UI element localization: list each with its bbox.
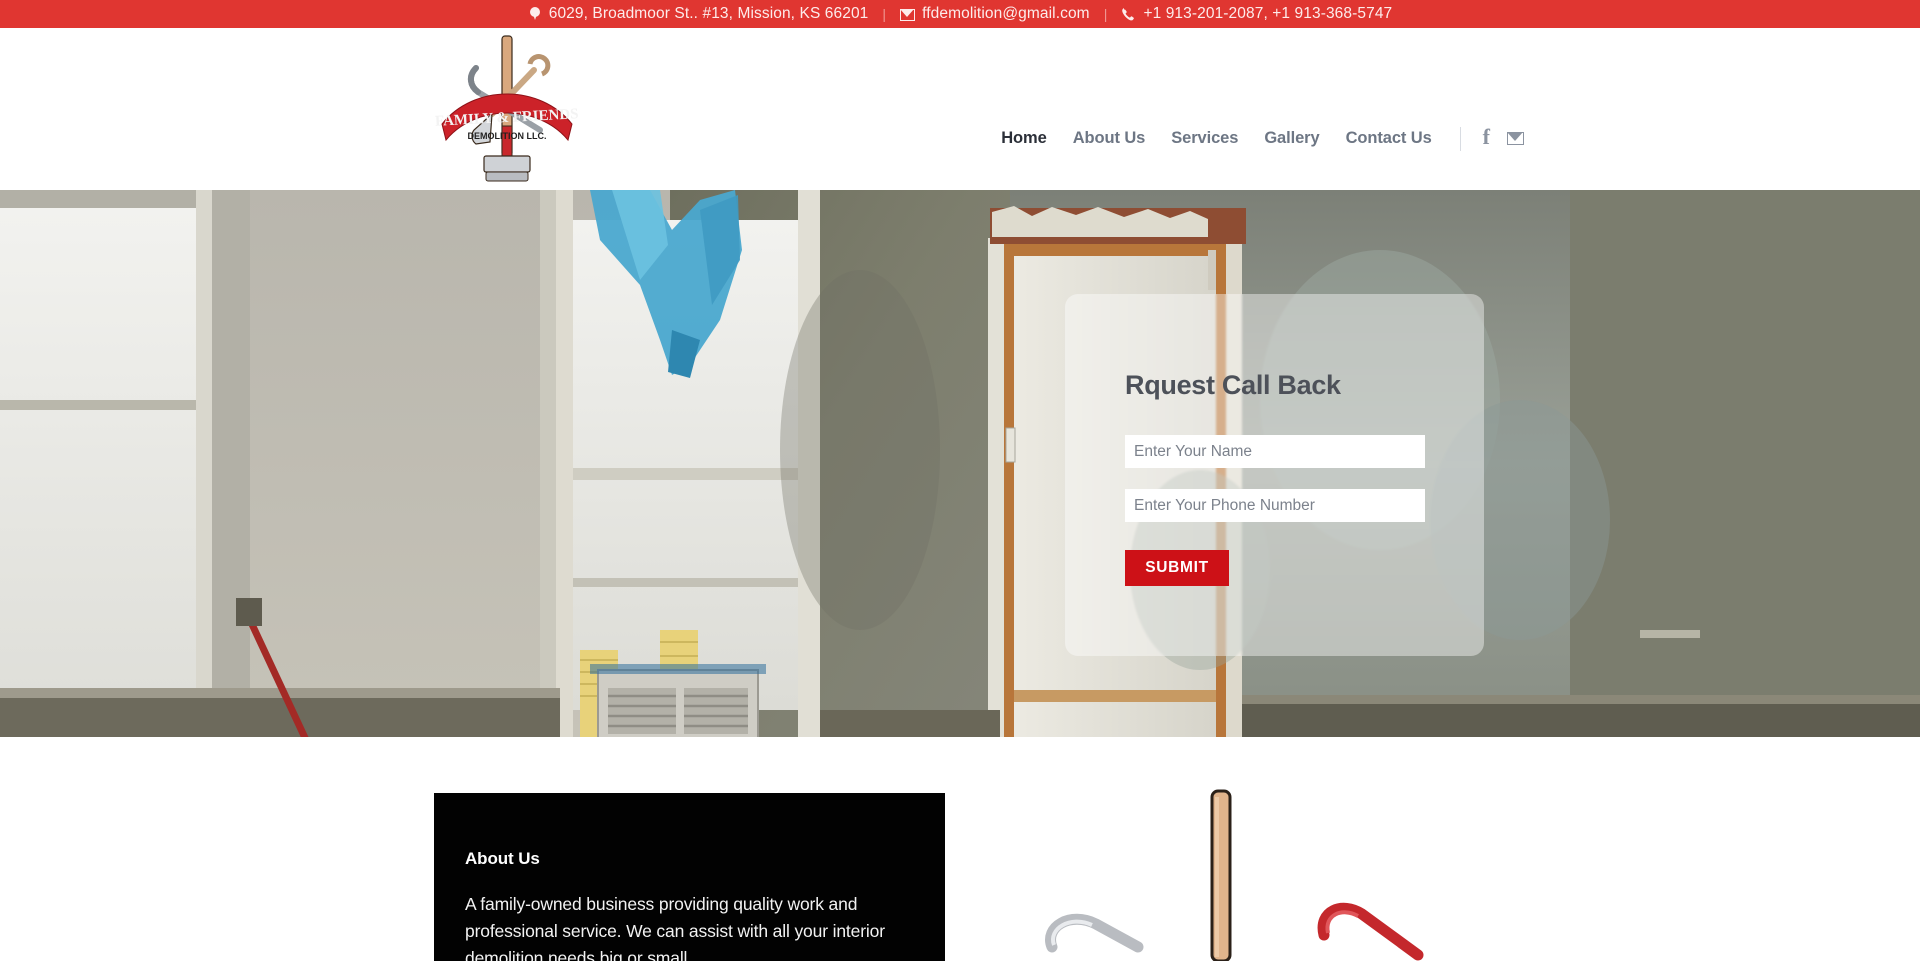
nav-item-about-us[interactable]: About Us <box>1073 129 1146 148</box>
topbar-address: 6029, Broadmoor St.. #13, Mission, KS 66… <box>528 5 869 23</box>
about-title: About Us <box>465 849 540 868</box>
family-friends-demolition-logo: FAMILY & FRIENDS DEMOLITION LLC. <box>435 35 579 182</box>
about-body-text: A family-owned business providing qualit… <box>465 894 885 961</box>
topbar-separator-2: | <box>1103 6 1108 22</box>
form-title: Rquest Call Back <box>1125 370 1341 400</box>
topbar-separator-1: | <box>882 6 887 22</box>
about-card: About Us A family-owned business providi… <box>434 793 945 961</box>
site-logo[interactable]: FAMILY & FRIENDS DEMOLITION LLC. <box>434 26 580 194</box>
topbar-email[interactable]: ffdemolition@gmail.com <box>900 5 1090 23</box>
request-call-back-form: Rquest Call Back SUBMIT <box>1065 294 1484 656</box>
email-icon[interactable] <box>1506 131 1524 145</box>
nav-item-contact-us[interactable]: Contact Us <box>1346 129 1432 148</box>
svg-text:DEMOLITION LLC.: DEMOLITION LLC. <box>468 131 547 141</box>
main-navigation: Home About Us Services Gallery Contact U… <box>1001 126 1524 151</box>
nav-item-services[interactable]: Services <box>1171 129 1238 148</box>
phone-icon <box>1121 7 1136 22</box>
envelope-icon <box>900 8 916 21</box>
name-input[interactable] <box>1125 435 1425 468</box>
nav-item-home[interactable]: Home <box>1001 129 1047 148</box>
nav-item-gallery[interactable]: Gallery <box>1264 129 1319 148</box>
topbar-address-text: 6029, Broadmoor St.. #13, Mission, KS 66… <box>548 5 869 22</box>
submit-button[interactable]: SUBMIT <box>1125 550 1229 586</box>
facebook-icon[interactable]: f <box>1483 126 1490 151</box>
hero-background-image <box>0 190 1920 737</box>
phone-input[interactable] <box>1125 489 1425 522</box>
location-pin-icon <box>528 6 542 22</box>
top-contact-bar: 6029, Broadmoor St.. #13, Mission, KS 66… <box>0 0 1920 28</box>
topbar-email-text: ffdemolition@gmail.com <box>922 5 1090 22</box>
social-links: f <box>1483 126 1524 151</box>
hero-section: Rquest Call Back SUBMIT <box>0 190 1920 737</box>
site-header: FAMILY & FRIENDS DEMOLITION LLC. Home Ab… <box>0 28 1920 190</box>
topbar-phone-text: +1 913-201-2087, +1 913-368-5747 <box>1143 5 1393 22</box>
about-section: About Us A family-owned business providi… <box>0 737 1920 961</box>
nav-divider <box>1459 126 1461 151</box>
demolition-tools-illustration <box>1020 757 1440 961</box>
topbar-phone[interactable]: +1 913-201-2087, +1 913-368-5747 <box>1121 5 1392 23</box>
